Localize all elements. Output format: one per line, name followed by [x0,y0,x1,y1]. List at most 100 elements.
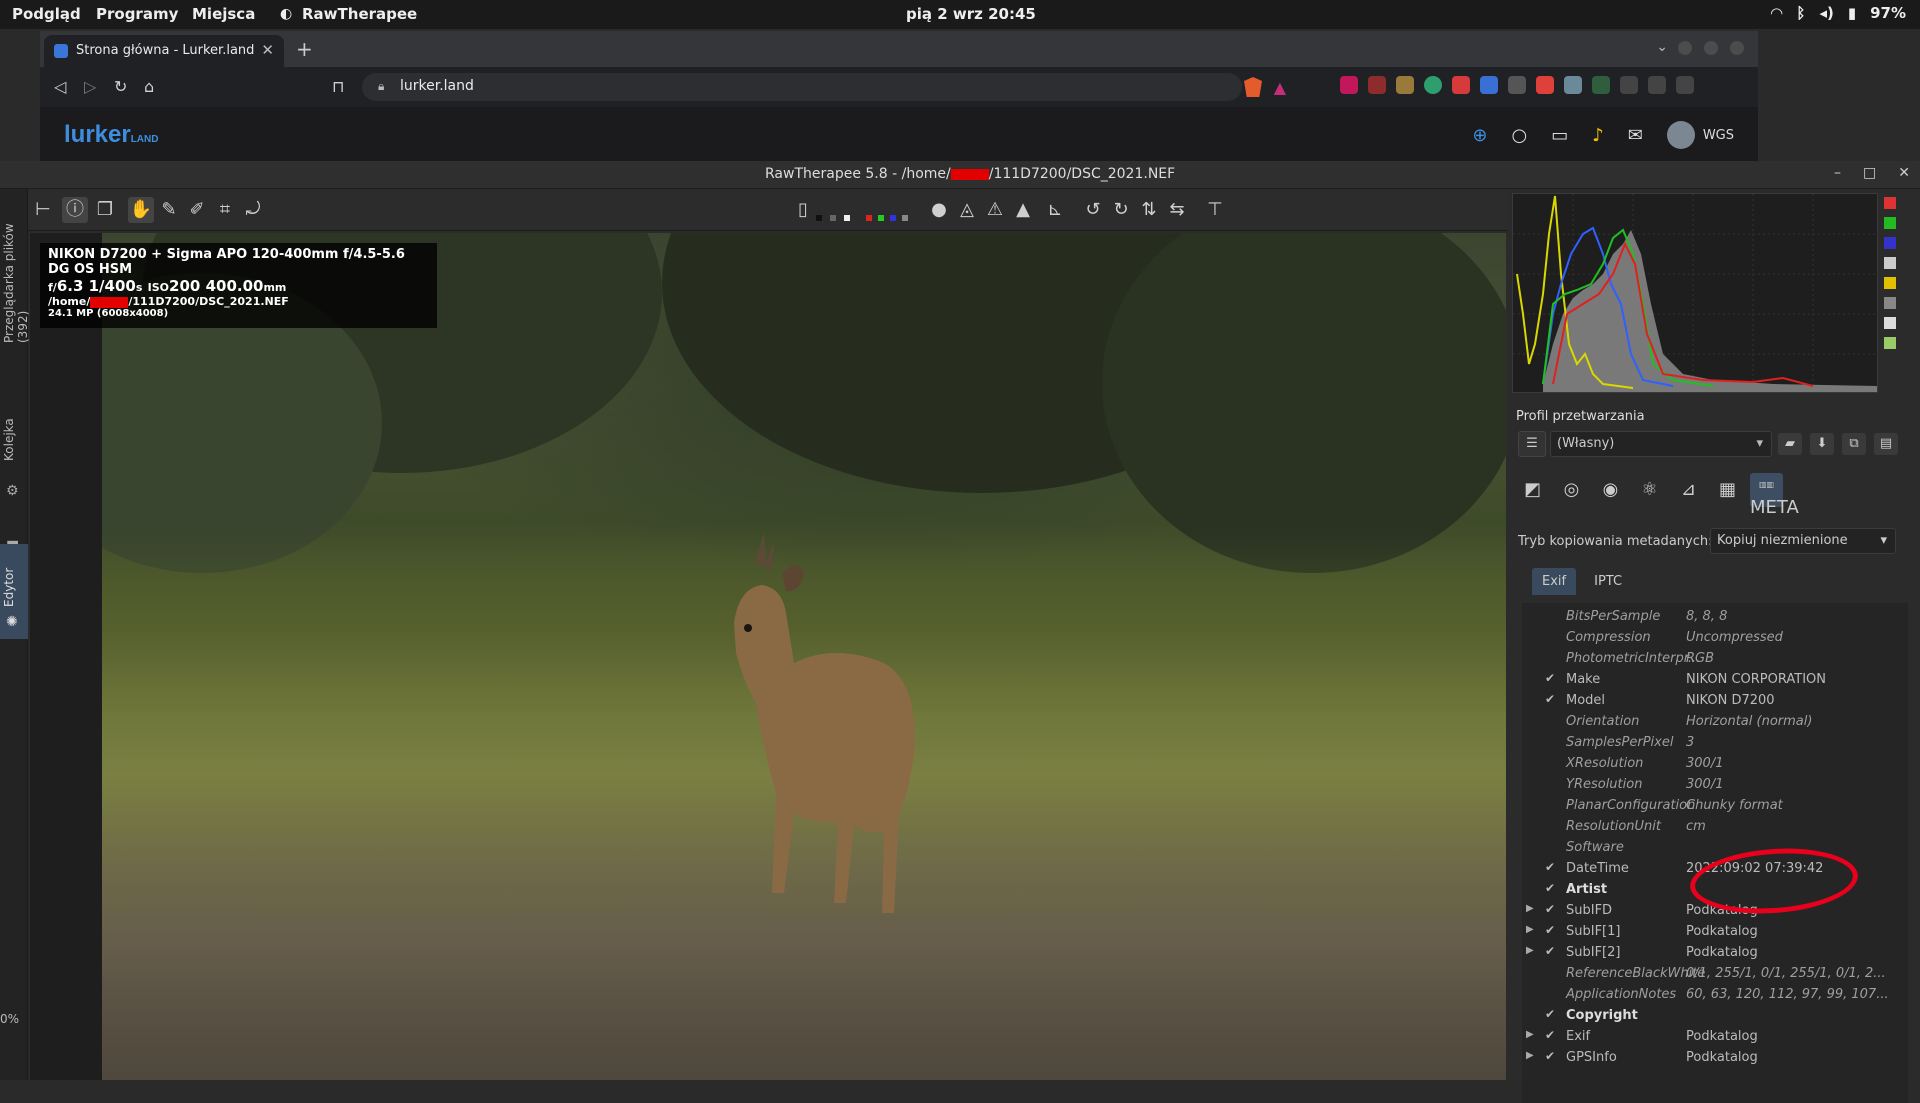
exif-row[interactable]: ✔ Copyright [1522,1006,1908,1027]
avatar[interactable] [1666,121,1695,149]
profile-select[interactable]: (Własny) ▾ [1550,431,1772,457]
tab-exif[interactable]: Exif [1532,568,1577,595]
hand-tool-icon[interactable]: ✋ [128,197,154,223]
white-balance-picker-icon[interactable]: ✎ [156,197,182,223]
extension-7-icon[interactable] [1508,76,1526,94]
expand-arrow-icon[interactable]: ▶ [1526,1050,1534,1061]
home-icon[interactable]: ⌂ [144,77,154,96]
hist-chroma-toggle[interactable] [1884,277,1896,289]
tab-raw-icon[interactable]: ▦ [1711,473,1744,507]
exif-row[interactable]: YResolution 300/1 [1522,775,1908,796]
info-icon[interactable]: ⓘ [62,197,88,223]
wifi-icon[interactable]: ◠ [1771,4,1783,22]
tab-file-browser[interactable]: Przeglądarka plików (392) [2,193,30,343]
check-icon[interactable]: ✔ [1545,1007,1555,1021]
expand-arrow-icon[interactable]: ▶ [1526,903,1534,914]
exif-row[interactable]: Software [1522,838,1908,859]
open-profile-icon[interactable]: ▰ [1778,433,1802,455]
channel-luminance-icon[interactable] [902,215,908,221]
extension-8-icon[interactable] [1536,76,1554,94]
search-icon[interactable]: ○ [1511,125,1527,146]
channel-red-icon[interactable] [866,215,872,221]
brave-rewards-icon[interactable]: ▲ [1274,78,1286,97]
channel-green-icon[interactable] [878,215,884,221]
hist-red-toggle[interactable] [1884,197,1896,209]
minimize-button[interactable] [1678,41,1692,55]
exif-row[interactable]: ✔ Make NIKON CORPORATION [1522,670,1908,691]
bookmark-icon[interactable]: ⊓ [332,77,344,96]
exif-row[interactable]: Compression Uncompressed [1522,628,1908,649]
histogram-toggle-icon[interactable]: ⊾ [1042,197,1068,223]
system-tray[interactable]: ◠ ᛒ ◂) ▮ 97% [1771,4,1906,22]
rt-maximize-icon[interactable]: □ [1863,165,1876,181]
menu-icon[interactable] [1676,76,1694,94]
rt-minimize-icon[interactable]: – [1834,165,1841,181]
collapse-panel-icon[interactable]: ⊤ [1202,197,1228,223]
extension-3-icon[interactable] [1396,76,1414,94]
check-icon[interactable]: ✔ [1545,1028,1555,1042]
extension-4-icon[interactable] [1424,76,1442,94]
menu-programy[interactable]: Programy [96,5,178,23]
save-profile-icon[interactable]: ⬇ [1810,433,1834,455]
new-tab-button[interactable]: + [296,37,313,61]
check-icon[interactable]: ✔ [1545,860,1555,874]
check-icon[interactable]: ✔ [1545,1049,1555,1063]
check-icon[interactable]: ✔ [1545,944,1555,958]
url-text[interactable]: lurker.land [400,78,474,94]
tab-exposure-icon[interactable]: ◩ [1516,473,1549,507]
channel-blue-icon[interactable] [890,215,896,221]
expand-arrow-icon[interactable]: ▶ [1526,1029,1534,1040]
hist-luminance-toggle[interactable] [1884,257,1896,269]
highlight-clipping-icon[interactable]: ▲ [1010,197,1036,223]
bg-white-swatch[interactable] [844,215,850,221]
mail-icon[interactable]: ✉ [1628,125,1643,146]
site-logo[interactable]: lurkerLAND [64,121,158,149]
exif-row[interactable]: ▶ ✔ Exif Podkatalog [1522,1027,1908,1048]
tab-search-chevron-icon[interactable]: ⌄ [1656,39,1668,55]
maximize-button[interactable] [1704,41,1718,55]
before-after-icon[interactable]: ❐ [92,197,118,223]
extension-2-icon[interactable] [1368,76,1386,94]
straighten-icon[interactable]: ⤾ [240,197,266,223]
exif-row[interactable]: BitsPerSample 8, 8, 8 [1522,607,1908,628]
paste-profile-icon[interactable]: ▤ [1874,433,1898,455]
app-menu-icon[interactable]: ◐ [280,6,292,22]
exif-row[interactable]: ▶ ✔ SubIF[2] Podkatalog [1522,943,1908,964]
extension-5-icon[interactable] [1452,76,1470,94]
hist-raw-toggle[interactable] [1884,297,1896,309]
hide-panel-icon[interactable]: ⊢ [30,197,56,223]
battery-icon[interactable]: ▮ [1848,4,1856,22]
menu-miejsca[interactable]: Miejsca [192,5,255,23]
bg-grey-swatch[interactable] [830,215,836,221]
exif-row[interactable]: ▶ ✔ SubIF[1] Podkatalog [1522,922,1908,943]
tab-transform-icon[interactable]: ⊿ [1672,473,1705,507]
tab-meta-icon[interactable]: ▥▥ META [1750,473,1799,518]
menu-podglad[interactable]: Podgląd [12,5,81,23]
translate-icon[interactable] [1480,76,1498,94]
exif-row[interactable]: XResolution 300/1 [1522,754,1908,775]
hist-bar-toggle[interactable] [1884,317,1896,329]
check-icon[interactable]: ✔ [1545,923,1555,937]
tab-queue[interactable]: Kolejka [2,411,16,461]
preview-mode-icon[interactable]: ▯ [798,197,808,223]
rt-close-icon[interactable]: ✕ [1898,165,1910,181]
bluetooth-icon[interactable]: ᛒ [1796,4,1805,22]
tab-advanced-icon[interactable]: ⚛ [1633,473,1666,507]
crop-icon[interactable]: ⌗ [212,197,238,223]
bg-black-swatch[interactable] [816,215,822,221]
tab-iptc[interactable]: IPTC [1584,568,1632,595]
image-preview[interactable]: NIKON D7200 + Sigma APO 120-400mm f/4.5-… [30,233,1506,1080]
close-tab-icon[interactable]: ✕ [261,41,274,59]
volume-icon[interactable]: ◂) [1819,4,1833,22]
rotate-left-icon[interactable]: ↺ [1080,197,1106,223]
archive-icon[interactable]: ▭ [1551,125,1568,146]
check-icon[interactable]: ✔ [1545,902,1555,916]
warning-icon[interactable]: ⚠ [982,197,1008,223]
extension-1-icon[interactable] [1340,76,1358,94]
exif-row[interactable]: ▶ ✔ GPSInfo Podkatalog [1522,1048,1908,1069]
puzzle-icon[interactable] [1620,76,1638,94]
hist-blue-toggle[interactable] [1884,237,1896,249]
focus-mask-icon[interactable]: ● [926,197,952,223]
shadow-clipping-icon[interactable]: ◬ [954,197,980,223]
extension-10-icon[interactable] [1592,76,1610,94]
